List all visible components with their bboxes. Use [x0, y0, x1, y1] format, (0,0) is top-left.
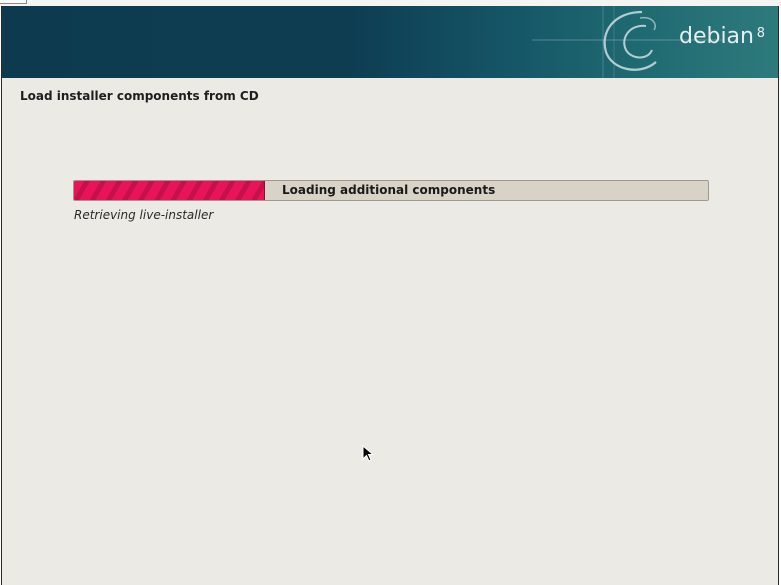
debian-swirl-icon	[532, 6, 722, 78]
progress-bar-fill	[74, 181, 266, 200]
mouse-pointer-icon	[362, 445, 374, 462]
progress-bar-label: Loading additional components	[282, 183, 496, 197]
debian-version-number: 8	[756, 26, 765, 41]
screen: debian 8 Load installer components from …	[0, 0, 781, 585]
top-strip-tab	[0, 0, 27, 4]
debian-logo-text: debian	[678, 24, 754, 49]
page-title: Load installer components from CD	[20, 89, 259, 103]
progress-bar: Loading additional components	[73, 180, 709, 201]
debian-banner: debian 8	[2, 6, 778, 78]
installer-window: debian 8 Load installer components from …	[1, 6, 779, 585]
progress-status-text: Retrieving live-installer	[74, 208, 214, 222]
